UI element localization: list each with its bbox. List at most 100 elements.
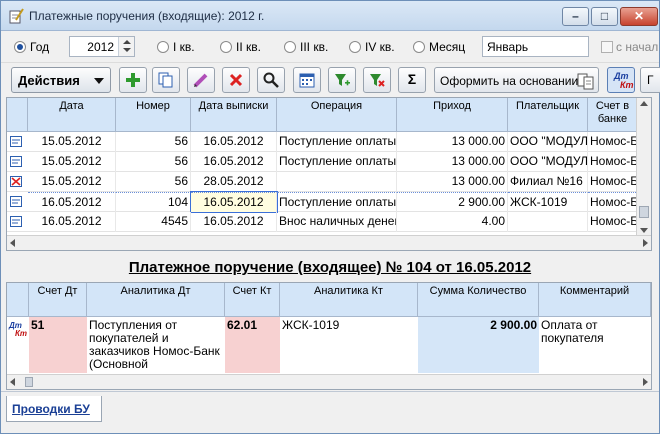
app-window: Платежные поручения (входящие): 2012 г. …	[0, 0, 660, 434]
column-header[interactable]: Операция	[277, 98, 397, 132]
filter-remove-button[interactable]	[363, 67, 391, 93]
minimize-button[interactable]: –	[562, 7, 589, 26]
filter-add-icon	[335, 74, 350, 86]
tab-postings[interactable]: Проводки БУ	[6, 396, 102, 422]
column-header[interactable]: Плательщик	[508, 98, 588, 132]
column-header[interactable]: Дата выписки	[191, 98, 277, 132]
column-header[interactable]: Счет в банке	[588, 98, 638, 132]
income-cell: 13 000.00	[397, 132, 508, 152]
period-selector: Год 2012 I кв. II кв. III кв. IV кв. Мес…	[1, 32, 659, 62]
more-button[interactable]: Г	[640, 67, 660, 93]
vertical-scrollbar[interactable]	[636, 98, 651, 236]
delete-icon	[229, 73, 243, 87]
credit-account-cell: 62.01	[225, 317, 280, 373]
delete-button[interactable]	[222, 67, 250, 93]
from-start-label: с начал	[616, 40, 659, 54]
scroll-up-icon[interactable]	[640, 101, 648, 106]
operation-cell: Внос наличных денег	[277, 212, 397, 232]
date-cell: 16.05.2012	[28, 192, 116, 212]
from-start-checkbox[interactable]	[601, 41, 613, 53]
column-header[interactable]: Счет Дт	[29, 283, 87, 317]
q4-radio-label: IV кв.	[365, 40, 395, 54]
month-value: Январь	[487, 40, 529, 54]
edit-button[interactable]	[187, 67, 215, 93]
year-spin-buttons[interactable]	[118, 37, 134, 56]
create-on-basis-button[interactable]: Оформить на основании	[434, 67, 599, 93]
search-button[interactable]	[257, 67, 285, 93]
year-stepper[interactable]: 2012	[69, 36, 135, 57]
close-button[interactable]: ✕	[620, 7, 658, 26]
icon-column-header	[7, 98, 28, 132]
q4-radio[interactable]	[349, 41, 361, 53]
sum-button[interactable]: Σ	[398, 67, 426, 93]
income-cell: 13 000.00	[397, 152, 508, 172]
payer-cell: ООО "МОДУЛЬ	[508, 152, 588, 172]
more-label: Г	[647, 73, 654, 87]
scroll-left-icon[interactable]	[10, 239, 15, 247]
column-header[interactable]: Аналитика Кт	[280, 283, 418, 317]
close-icon: ✕	[633, 9, 645, 23]
column-header[interactable]: Счет Кт	[225, 283, 280, 317]
postings-table: Счет Дт Аналитика Дт Счет Кт Аналитика К…	[6, 282, 652, 390]
horizontal-scrollbar[interactable]	[7, 235, 651, 250]
scroll-down-icon[interactable]	[640, 228, 648, 233]
dt-kt-postings-button[interactable]: Дт Кт	[607, 67, 635, 93]
filter-add-button[interactable]	[328, 67, 356, 93]
document-icon	[10, 136, 22, 147]
icon-column-header	[7, 283, 29, 317]
spin-down-icon[interactable]	[123, 48, 131, 52]
copy-button[interactable]	[152, 67, 180, 93]
operation-cell: Поступление оплаты	[277, 192, 397, 212]
column-header[interactable]: Приход	[397, 98, 508, 132]
issue-date-cell-focused[interactable]: 16.05.2012	[190, 191, 278, 213]
q3-radio[interactable]	[284, 41, 296, 53]
document-deleted-icon	[10, 176, 22, 187]
income-cell: 13 000.00	[397, 172, 508, 192]
credit-analytics-cell: ЖСК-1019	[282, 318, 340, 332]
q2-radio[interactable]	[220, 41, 232, 53]
month-select[interactable]: Январь	[482, 36, 589, 57]
column-header[interactable]: Сумма Количество	[418, 283, 539, 317]
document-icon	[10, 196, 22, 207]
table-row-selected[interactable]: 16.05.2012 104 16.05.2012 Поступление оп…	[7, 191, 651, 213]
number-cell: 56	[116, 132, 191, 152]
column-header[interactable]: Аналитика Дт	[87, 283, 225, 317]
year-value: 2012	[87, 40, 114, 54]
q1-radio-label: I кв.	[173, 40, 195, 54]
calendar-button[interactable]	[293, 67, 321, 93]
income-cell: 2 900.00	[397, 192, 508, 212]
bank-account-cell: Номос-Б	[588, 192, 638, 212]
issue-date-cell: 16.05.2012	[191, 212, 277, 232]
number-cell: 4545	[116, 212, 191, 232]
scroll-thumb[interactable]	[25, 377, 33, 387]
actions-button[interactable]: Действия	[11, 67, 111, 93]
issue-date-cell: 16.05.2012	[191, 132, 277, 152]
table-row[interactable]: 15.05.2012 56 28.05.2012 13 000.00 Филиа…	[7, 172, 651, 192]
number-cell: 104	[116, 192, 191, 212]
month-radio[interactable]	[413, 41, 425, 53]
column-header[interactable]: Номер	[116, 98, 191, 132]
maximize-button[interactable]: □	[591, 7, 618, 26]
scroll-left-icon[interactable]	[10, 378, 15, 386]
plus-icon	[126, 73, 140, 87]
spin-up-icon[interactable]	[123, 40, 131, 44]
column-header[interactable]: Дата	[28, 98, 116, 132]
year-radio[interactable]	[14, 41, 26, 53]
column-header[interactable]: Комментарий	[539, 283, 651, 317]
month-radio-label: Месяц	[429, 40, 466, 54]
payer-cell: Филиал №16	[508, 172, 588, 192]
scroll-right-icon[interactable]	[643, 239, 648, 247]
q1-radio[interactable]	[157, 41, 169, 53]
date-cell: 15.05.2012	[28, 172, 116, 192]
add-button[interactable]	[119, 67, 147, 93]
scroll-thumb[interactable]	[639, 206, 649, 218]
table-row[interactable]: 15.05.2012 56 16.05.2012 Поступление опл…	[7, 152, 651, 172]
document-heading: Платежное поручение (входящее) № 104 от …	[1, 255, 659, 281]
bank-account-cell: Номос-Б	[588, 172, 638, 192]
horizontal-scrollbar[interactable]	[7, 374, 651, 389]
scroll-right-icon[interactable]	[643, 378, 648, 386]
sum-icon: Σ	[407, 71, 417, 87]
table-row[interactable]: 16.05.2012 4545 16.05.2012 Внос наличных…	[7, 212, 651, 232]
window-title: Платежные поручения (входящие): 2012 г.	[29, 9, 265, 23]
table-row[interactable]: 15.05.2012 56 16.05.2012 Поступление опл…	[7, 132, 651, 152]
